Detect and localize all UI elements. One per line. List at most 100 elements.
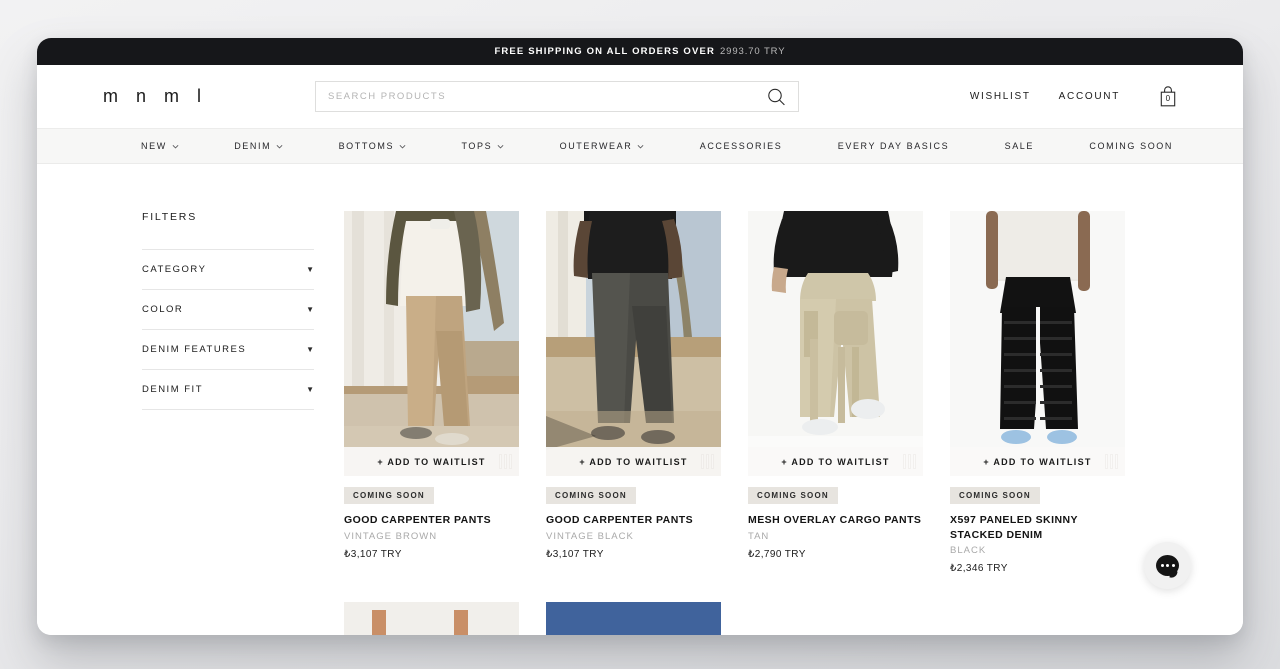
product-image[interactable]: + ADD TO WAITLIST <box>344 211 519 476</box>
filter-label: DENIM FIT <box>142 384 203 395</box>
quick-view-icon[interactable] <box>499 454 512 469</box>
add-to-waitlist-button[interactable]: + ADD TO WAITLIST <box>344 447 519 476</box>
product-image[interactable] <box>546 602 721 635</box>
product-price: ₺3,107 TRY <box>546 548 604 560</box>
product-photo-good-carpenter-pants-vintage-black <box>546 211 721 476</box>
cart-button[interactable]: 0 <box>1158 85 1178 109</box>
nav-item-sale[interactable]: SALE <box>1005 141 1034 151</box>
page-content: FILTERS CATEGORY ▼ COLOR ▼ DENIM FEATURE… <box>37 164 1243 635</box>
chevron-down-icon <box>276 144 283 149</box>
chevron-down-icon <box>497 144 504 149</box>
nav-label: NEW <box>141 141 167 151</box>
header-actions: WISHLIST ACCOUNT 0 <box>970 85 1178 109</box>
status-badge: COMING SOON <box>950 487 1040 504</box>
product-color: BLACK <box>950 545 987 556</box>
account-link[interactable]: ACCOUNT <box>1059 91 1120 102</box>
nav-label: SALE <box>1004 141 1035 151</box>
quick-view-icon[interactable] <box>1105 454 1118 469</box>
nav-item-outerwear[interactable]: OUTERWEAR <box>560 141 645 151</box>
nav-label: TOPS <box>461 141 493 151</box>
cart-count: 0 <box>1165 93 1171 103</box>
quick-view-icon[interactable] <box>701 454 714 469</box>
filter-label: COLOR <box>142 304 184 315</box>
product-price: ₺2,790 TRY <box>748 548 806 560</box>
product-card[interactable]: + ADD TO WAITLIST COMING SOON GOOD CARPE… <box>546 211 721 574</box>
product-grid: + ADD TO WAITLIST COMING SOON GOOD CARPE… <box>344 211 1175 574</box>
waitlist-label: + ADD TO WAITLIST <box>377 456 486 467</box>
product-card[interactable]: + ADD TO WAITLIST COMING SOON MESH OVERL… <box>748 211 923 574</box>
product-image-placeholder <box>748 602 923 635</box>
filter-group-denim-fit[interactable]: DENIM FIT ▼ <box>142 370 314 410</box>
announcement-text: FREE SHIPPING ON ALL ORDERS OVER <box>494 46 715 57</box>
chat-bubble-icon <box>1156 555 1179 576</box>
nav-item-tops[interactable]: TOPS <box>461 141 504 151</box>
product-title: X597 PANELED SKINNY STACKED DENIM <box>950 514 1078 541</box>
caret-down-icon: ▼ <box>306 304 314 314</box>
waitlist-label: + ADD TO WAITLIST <box>781 456 890 467</box>
nav-label: DENIM <box>234 141 272 151</box>
waitlist-label: + ADD TO WAITLIST <box>983 456 1092 467</box>
product-image[interactable] <box>344 602 519 635</box>
search-icon[interactable] <box>763 83 790 110</box>
search-bar[interactable] <box>315 81 799 112</box>
status-badge: COMING SOON <box>546 487 636 504</box>
filters-sidebar: FILTERS CATEGORY ▼ COLOR ▼ DENIM FEATURE… <box>142 211 314 635</box>
search-input[interactable] <box>316 82 798 111</box>
filter-group-color[interactable]: COLOR ▼ <box>142 290 314 330</box>
site-header: m n m l WISHLIST ACCOUNT 0 <box>37 65 1243 128</box>
product-card[interactable]: + ADD TO WAITLIST COMING SOON GOOD CARPE… <box>344 211 519 574</box>
product-color: TAN <box>748 530 770 542</box>
chevron-down-icon <box>399 144 406 149</box>
nav-label: EVERY DAY BASICS <box>837 141 950 151</box>
chevron-down-icon <box>637 144 644 149</box>
add-to-waitlist-button[interactable]: + ADD TO WAITLIST <box>546 447 721 476</box>
filter-label: DENIM FEATURES <box>142 344 247 355</box>
product-photo-partial <box>344 602 519 635</box>
nav-label: ACCESSORIES <box>699 141 783 151</box>
nav-label: OUTERWEAR <box>559 141 633 151</box>
chat-widget-button[interactable] <box>1144 542 1191 589</box>
announcement-bar: FREE SHIPPING ON ALL ORDERS OVER 2993.70… <box>37 38 1243 65</box>
nav-label: BOTTOMS <box>338 141 395 151</box>
product-color: VINTAGE BLACK <box>546 530 634 542</box>
product-image[interactable]: + ADD TO WAITLIST <box>748 211 923 476</box>
add-to-waitlist-button[interactable]: + ADD TO WAITLIST <box>950 447 1125 476</box>
product-grid-next-row <box>344 602 1175 635</box>
wishlist-link[interactable]: WISHLIST <box>970 91 1031 102</box>
quick-view-icon[interactable] <box>903 454 916 469</box>
chevron-down-icon <box>172 144 179 149</box>
product-card[interactable]: + ADD TO WAITLIST COMING SOON X597 PANEL… <box>950 211 1125 574</box>
caret-down-icon: ▼ <box>306 384 314 394</box>
product-image-placeholder <box>950 602 1125 635</box>
product-photo-mesh-overlay-cargo-pants-tan <box>748 211 923 476</box>
nav-item-bottoms[interactable]: BOTTOMS <box>339 141 407 151</box>
filter-group-category[interactable]: CATEGORY ▼ <box>142 250 314 290</box>
product-price: ₺3,107 TRY <box>344 548 402 560</box>
product-image[interactable]: + ADD TO WAITLIST <box>546 211 721 476</box>
product-image[interactable]: + ADD TO WAITLIST <box>950 211 1125 476</box>
filter-group-denim-features[interactable]: DENIM FEATURES ▼ <box>142 330 314 370</box>
add-to-waitlist-button[interactable]: + ADD TO WAITLIST <box>748 447 923 476</box>
product-price: ₺2,346 TRY <box>950 563 1008 574</box>
caret-down-icon: ▼ <box>306 344 314 354</box>
announcement-amount: 2993.70 TRY <box>719 46 786 57</box>
product-title: GOOD CARPENTER PANTS <box>546 514 694 526</box>
nav-item-every-day-basics[interactable]: EVERY DAY BASICS <box>838 141 949 151</box>
filters-heading: FILTERS <box>142 211 314 250</box>
status-badge: COMING SOON <box>748 487 838 504</box>
product-photo-x597-paneled-skinny-stacked-denim-black <box>950 211 1125 476</box>
nav-item-coming-soon[interactable]: COMING SOON <box>1089 141 1173 151</box>
nav-label: COMING SOON <box>1089 141 1173 151</box>
nav-item-accessories[interactable]: ACCESSORIES <box>700 141 783 151</box>
nav-item-denim[interactable]: DENIM <box>234 141 283 151</box>
caret-down-icon: ▼ <box>306 264 314 274</box>
waitlist-label: + ADD TO WAITLIST <box>579 456 688 467</box>
product-photo-good-carpenter-pants-vintage-brown <box>344 211 519 476</box>
browser-window: FREE SHIPPING ON ALL ORDERS OVER 2993.70… <box>37 38 1243 635</box>
site-logo[interactable]: m n m l <box>103 86 293 107</box>
product-photo-partial <box>546 602 721 635</box>
product-grid-area: + ADD TO WAITLIST COMING SOON GOOD CARPE… <box>344 211 1243 635</box>
product-title: GOOD CARPENTER PANTS <box>344 514 492 526</box>
filter-label: CATEGORY <box>142 264 207 275</box>
nav-item-new[interactable]: NEW <box>141 141 179 151</box>
